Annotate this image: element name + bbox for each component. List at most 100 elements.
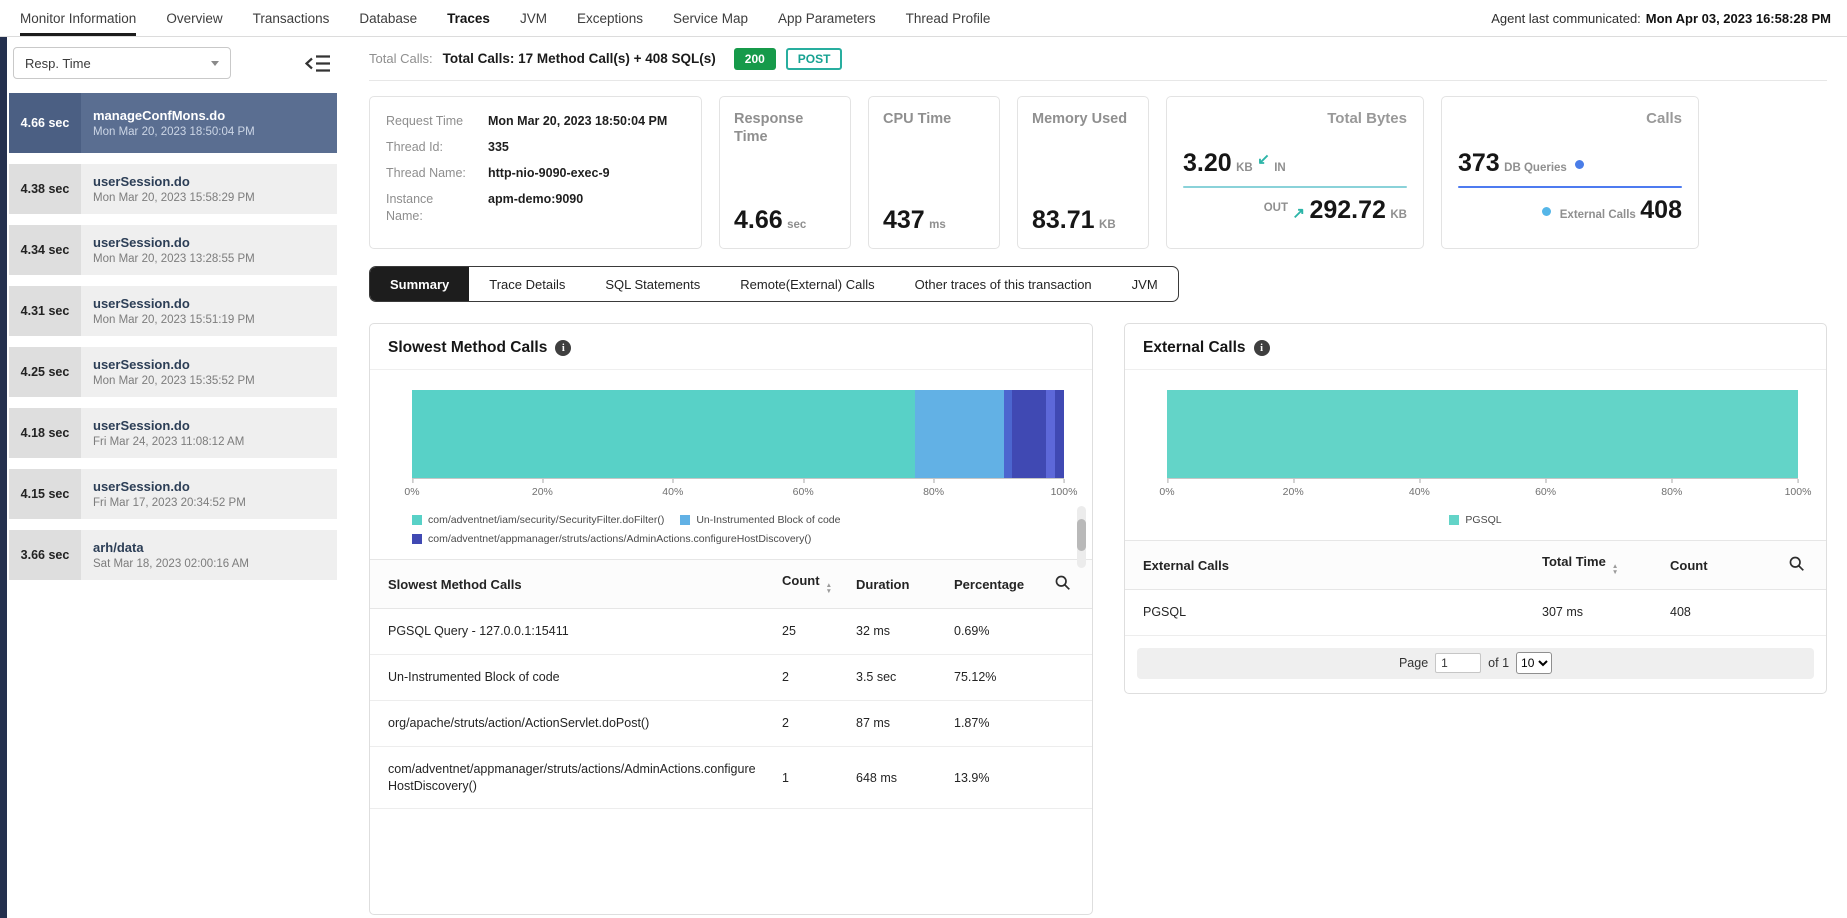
trace-list-item[interactable]: 4.34 sec userSession.do Mon Mar 20, 2023… (9, 225, 337, 275)
x-tick-label: 40% (662, 486, 683, 498)
duration-cell: 648 ms (844, 746, 942, 809)
nav-tab-app-parameters[interactable]: App Parameters (778, 0, 876, 36)
trace-list-item[interactable]: 4.38 sec userSession.do Mon Mar 20, 2023… (9, 164, 337, 214)
legend-item: com/adventnet/appmanager/struts/actions/… (412, 533, 811, 545)
table-row: PGSQL 307 ms 408 (1125, 590, 1826, 636)
tab-remote-external-calls[interactable]: Remote(External) Calls (720, 267, 894, 301)
count-cell: 2 (770, 700, 844, 746)
collapse-sidebar-icon[interactable] (305, 54, 331, 73)
page-number-input[interactable] (1435, 653, 1481, 673)
trace-list-item[interactable]: 3.66 sec arh/data Sat Mar 18, 2023 02:00… (9, 530, 337, 580)
bytes-in-unit: KB (1236, 162, 1253, 174)
external-call-name-cell: PGSQL (1125, 590, 1530, 636)
sort-icon[interactable]: ▲▼ (1612, 564, 1618, 576)
total-bytes-card: Total Bytes 3.20 KB ↙ IN OUT ↗ 292.72 KB (1166, 96, 1424, 249)
column-header-external-calls: External Calls (1125, 541, 1530, 590)
memory-used-title: Memory Used (1032, 110, 1134, 128)
trace-name: userSession.do (93, 357, 325, 372)
cpu-time-value: 437 (883, 206, 925, 234)
cpu-time-unit: ms (929, 219, 946, 231)
column-header-label: External Calls (1143, 558, 1229, 573)
x-tick-label: 20% (1283, 486, 1304, 498)
tab-summary[interactable]: Summary (370, 267, 469, 301)
table-row: PGSQL Query - 127.0.0.1:15411 25 32 ms 0… (370, 609, 1092, 655)
scrollbar-thumb[interactable] (1077, 519, 1086, 551)
trace-name: userSession.do (93, 296, 325, 311)
percentage-cell: 1.87% (942, 700, 1042, 746)
thread-name-value: http-nio-9090-exec-9 (488, 165, 610, 182)
trace-response-time: 4.34 sec (9, 225, 81, 275)
x-tick-label: 80% (1661, 486, 1682, 498)
nav-tab-jvm[interactable]: JVM (520, 0, 547, 36)
nav-tab-transactions[interactable]: Transactions (253, 0, 330, 36)
trace-list-item[interactable]: 4.66 sec manageConfMons.do Mon Mar 20, 2… (9, 93, 337, 153)
nav-tab-service-map[interactable]: Service Map (673, 0, 748, 36)
trace-list-item[interactable]: 4.31 sec userSession.do Mon Mar 20, 2023… (9, 286, 337, 336)
search-icon[interactable] (1788, 555, 1805, 572)
sidebar-header: Resp. Time (7, 37, 347, 89)
trace-date: Mon Mar 20, 2023 15:35:52 PM (93, 375, 325, 387)
count-cell: 408 (1658, 590, 1776, 636)
trace-response-time: 4.38 sec (9, 164, 81, 214)
sort-by-dropdown[interactable]: Resp. Time (13, 47, 231, 79)
left-edge-stripe (0, 37, 7, 918)
x-tick-label: 100% (1051, 486, 1078, 498)
column-header-label: Duration (856, 577, 909, 592)
trace-name: manageConfMons.do (93, 108, 325, 123)
slowest-method-calls-chart: 0%20%40%60%80%100% (370, 370, 1092, 504)
x-tick-label: 100% (1785, 486, 1812, 498)
summary-panels: Slowest Method Calls i 0%20%40%60%80%100… (369, 323, 1827, 915)
count-cell: 25 (770, 609, 844, 655)
legend-item: PGSQL (1449, 514, 1501, 526)
bytes-out-row: OUT ↗ 292.72 KB (1183, 196, 1407, 225)
sort-icon[interactable]: ▲▼ (826, 583, 832, 595)
page-size-select[interactable]: 10 (1516, 652, 1552, 674)
agent-time: Mon Apr 03, 2023 16:58:28 PM (1646, 11, 1831, 26)
percentage-cell: 0.69% (942, 609, 1042, 655)
method-name-cell: Un-Instrumented Block of code (370, 654, 770, 700)
tab-other-traces[interactable]: Other traces of this transaction (895, 267, 1112, 301)
x-tick-label: 0% (404, 486, 419, 498)
bar-segment (1004, 390, 1012, 478)
stacked-bar (412, 390, 1064, 478)
bar-segment (915, 390, 1004, 478)
method-name-cell: PGSQL Query - 127.0.0.1:15411 (370, 609, 770, 655)
nav-tab-monitor-information[interactable]: Monitor Information (20, 0, 136, 36)
external-calls-label: External Calls (1560, 209, 1636, 221)
legend-item: com/adventnet/iam/security/SecurityFilte… (412, 514, 664, 526)
nav-tab-overview[interactable]: Overview (166, 0, 222, 36)
top-nav: Monitor Information Overview Transaction… (0, 0, 1847, 37)
method-name-cell: org/apache/struts/action/ActionServlet.d… (370, 700, 770, 746)
trace-response-time: 4.66 sec (9, 93, 81, 153)
traces-sidebar: Resp. Time 4.66 sec manageConfMons.do Mo… (7, 37, 347, 918)
response-time-title: Response Time (734, 110, 836, 146)
table-row: Un-Instrumented Block of code 2 3.5 sec … (370, 654, 1092, 700)
percentage-cell: 75.12% (942, 654, 1042, 700)
calls-title: Calls (1458, 110, 1682, 127)
nav-tab-database[interactable]: Database (359, 0, 417, 36)
legend-scrollbar[interactable] (1077, 506, 1086, 568)
db-queries-row: 373 DB Queries (1458, 149, 1682, 178)
trace-list-item[interactable]: 4.25 sec userSession.do Mon Mar 20, 2023… (9, 347, 337, 397)
info-icon[interactable]: i (1254, 340, 1270, 356)
trace-date: Mon Mar 20, 2023 13:28:55 PM (93, 253, 325, 265)
search-icon[interactable] (1054, 574, 1071, 591)
column-header-total-time[interactable]: Total Time▲▼ (1530, 541, 1658, 590)
column-header-count[interactable]: Count▲▼ (770, 560, 844, 609)
column-header-label: Count (1670, 558, 1708, 573)
tab-sql-statements[interactable]: SQL Statements (585, 267, 720, 301)
info-icon[interactable]: i (555, 340, 571, 356)
nav-tab-thread-profile[interactable]: Thread Profile (906, 0, 991, 36)
x-tick-label: 60% (793, 486, 814, 498)
count-cell: 1 (770, 746, 844, 809)
tab-jvm[interactable]: JVM (1112, 267, 1178, 301)
trace-list-item[interactable]: 4.15 sec userSession.do Fri Mar 17, 2023… (9, 469, 337, 519)
trace-list-item[interactable]: 4.18 sec userSession.do Fri Mar 24, 2023… (9, 408, 337, 458)
tab-trace-details[interactable]: Trace Details (469, 267, 585, 301)
bar-segment (1046, 390, 1055, 478)
nav-tab-exceptions[interactable]: Exceptions (577, 0, 643, 36)
trace-date: Fri Mar 17, 2023 20:34:52 PM (93, 497, 325, 509)
legend-label: com/adventnet/iam/security/SecurityFilte… (428, 514, 664, 526)
nav-tab-traces[interactable]: Traces (447, 0, 490, 36)
legend-swatch (412, 515, 422, 525)
